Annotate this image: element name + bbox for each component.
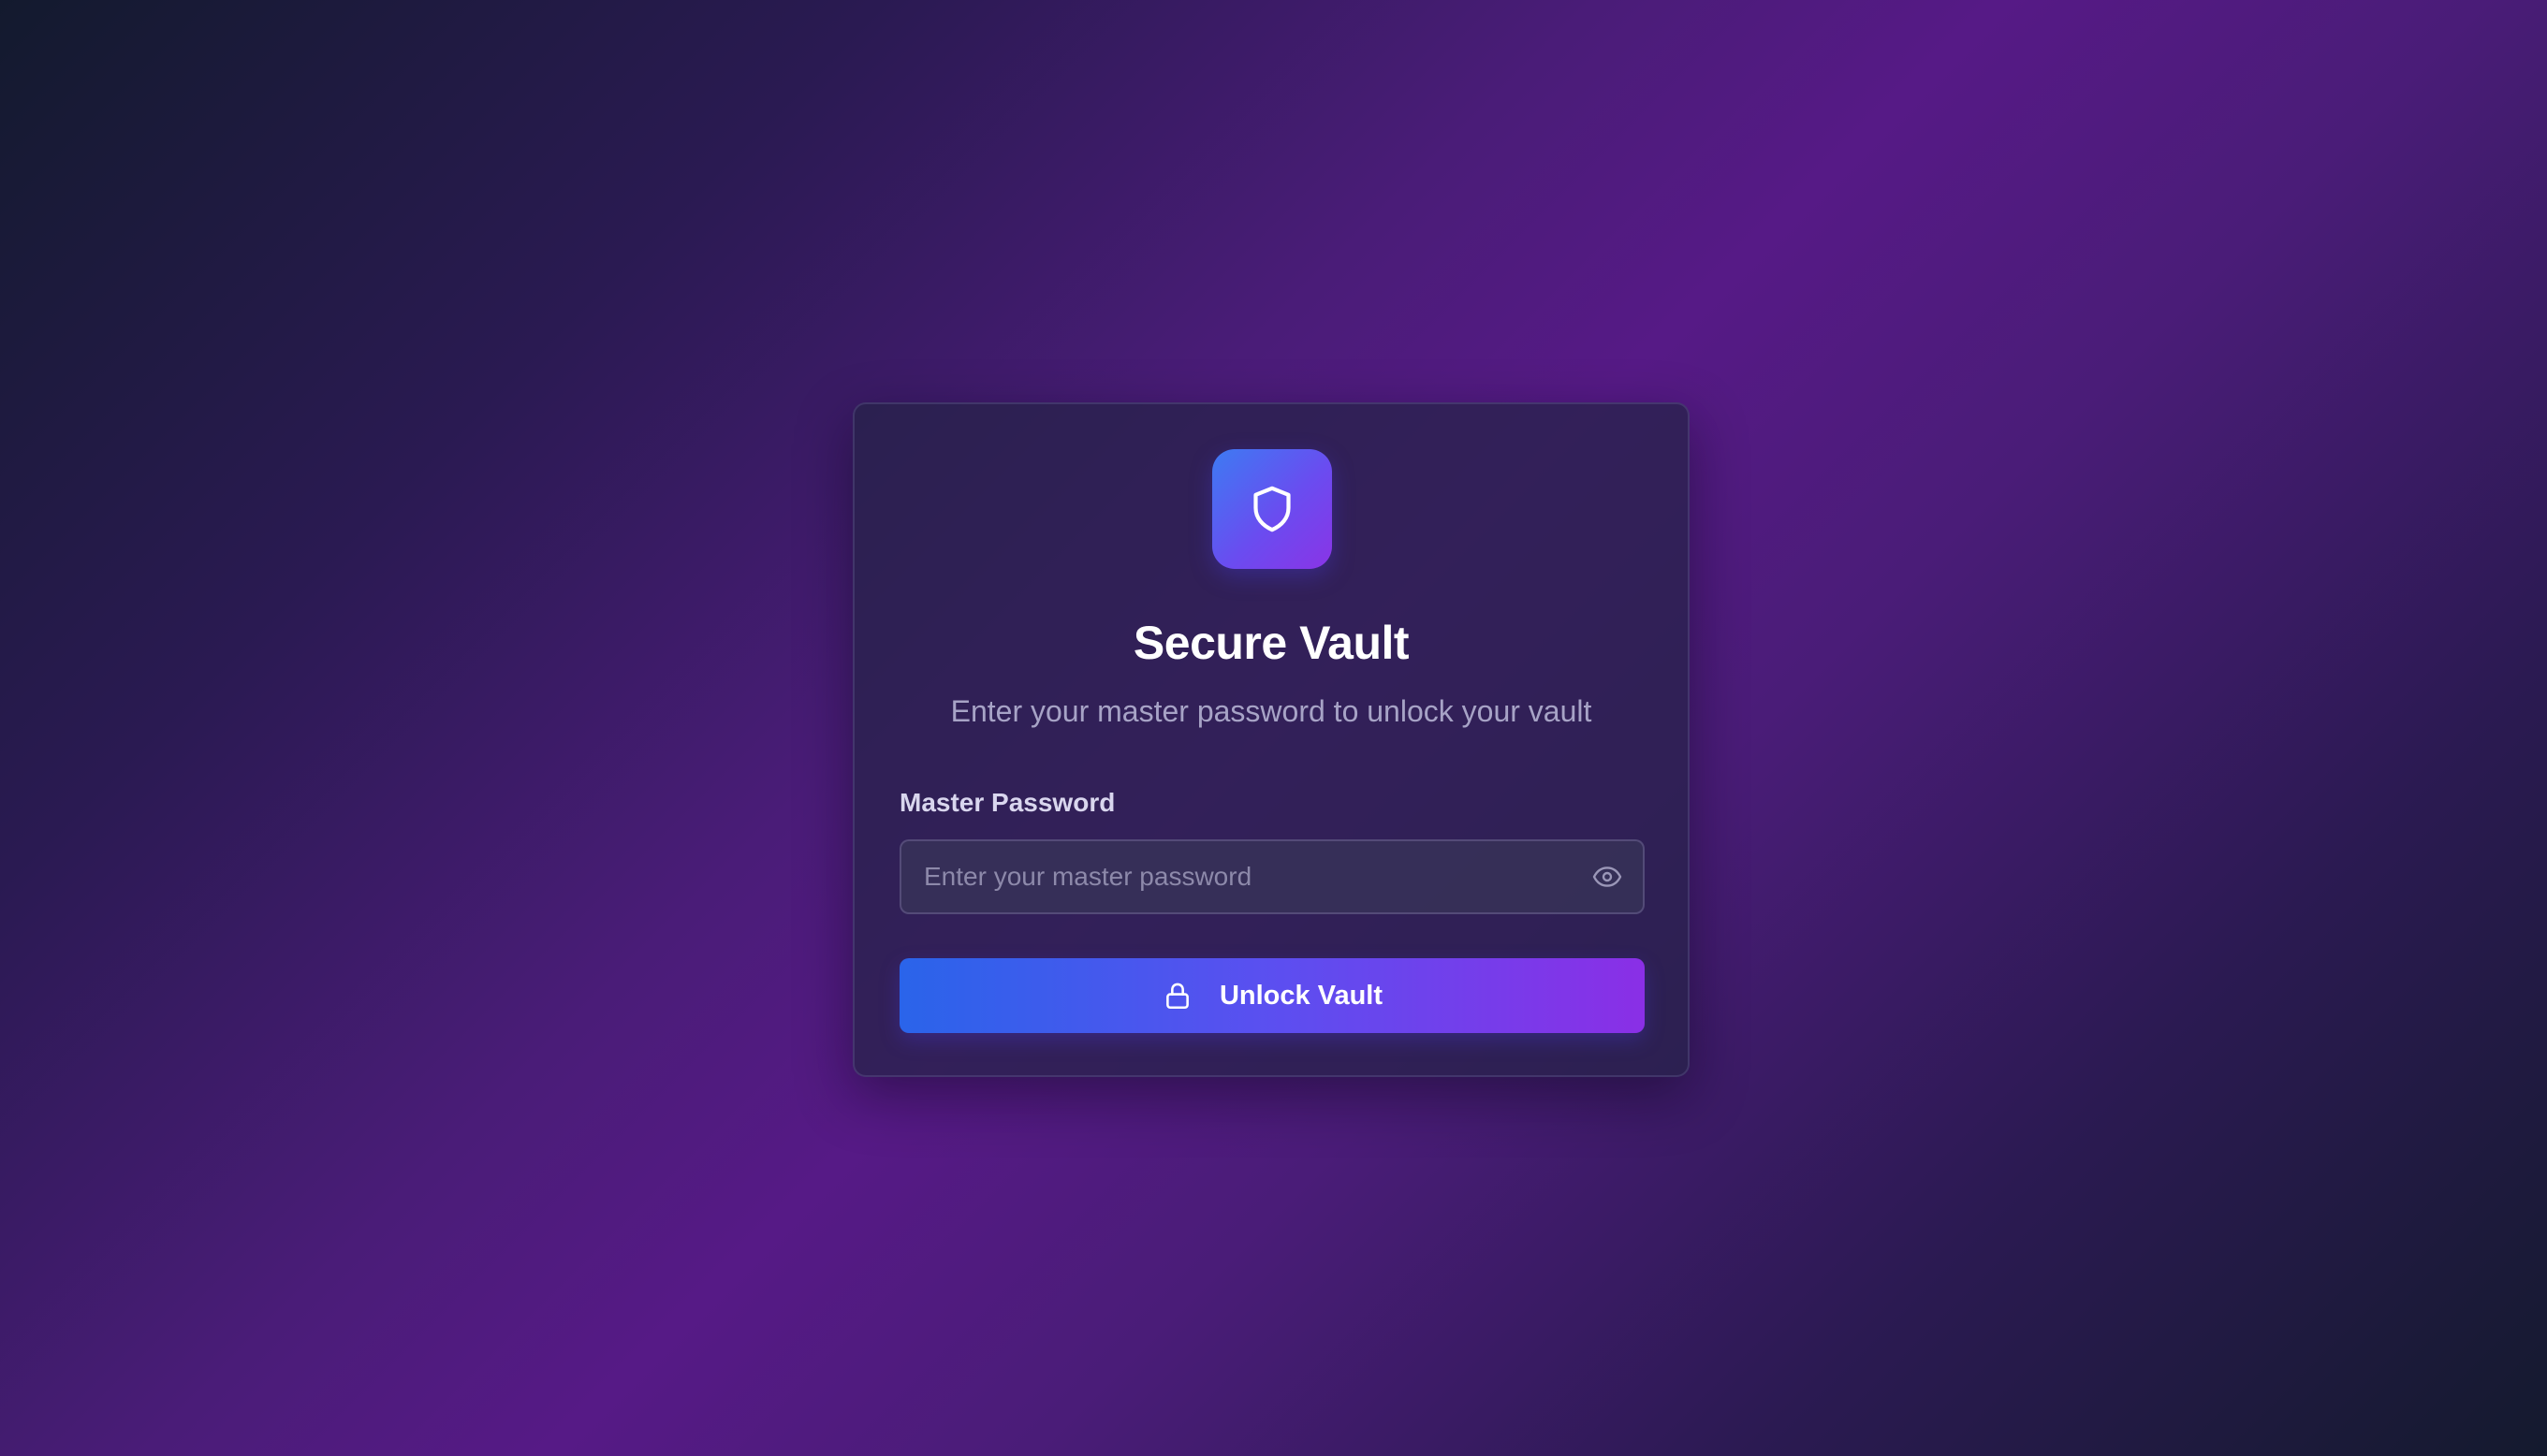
unlock-vault-button[interactable]: Unlock Vault [900,958,1645,1033]
toggle-password-visibility-button[interactable] [1590,860,1624,894]
vault-logo [1212,449,1332,569]
page-title: Secure Vault [1133,617,1410,669]
eye-icon [1592,866,1622,887]
unlock-vault-label: Unlock Vault [1219,980,1383,1011]
page-subtitle: Enter your master password to unlock you… [950,694,1592,728]
unlock-card: Secure Vault Enter your master password … [853,402,1690,1077]
master-password-input[interactable] [901,841,1557,912]
lock-icon [1166,983,1189,1010]
shield-icon [1253,486,1291,532]
password-field-wrapper [900,839,1645,914]
password-label: Master Password [900,788,1116,817]
